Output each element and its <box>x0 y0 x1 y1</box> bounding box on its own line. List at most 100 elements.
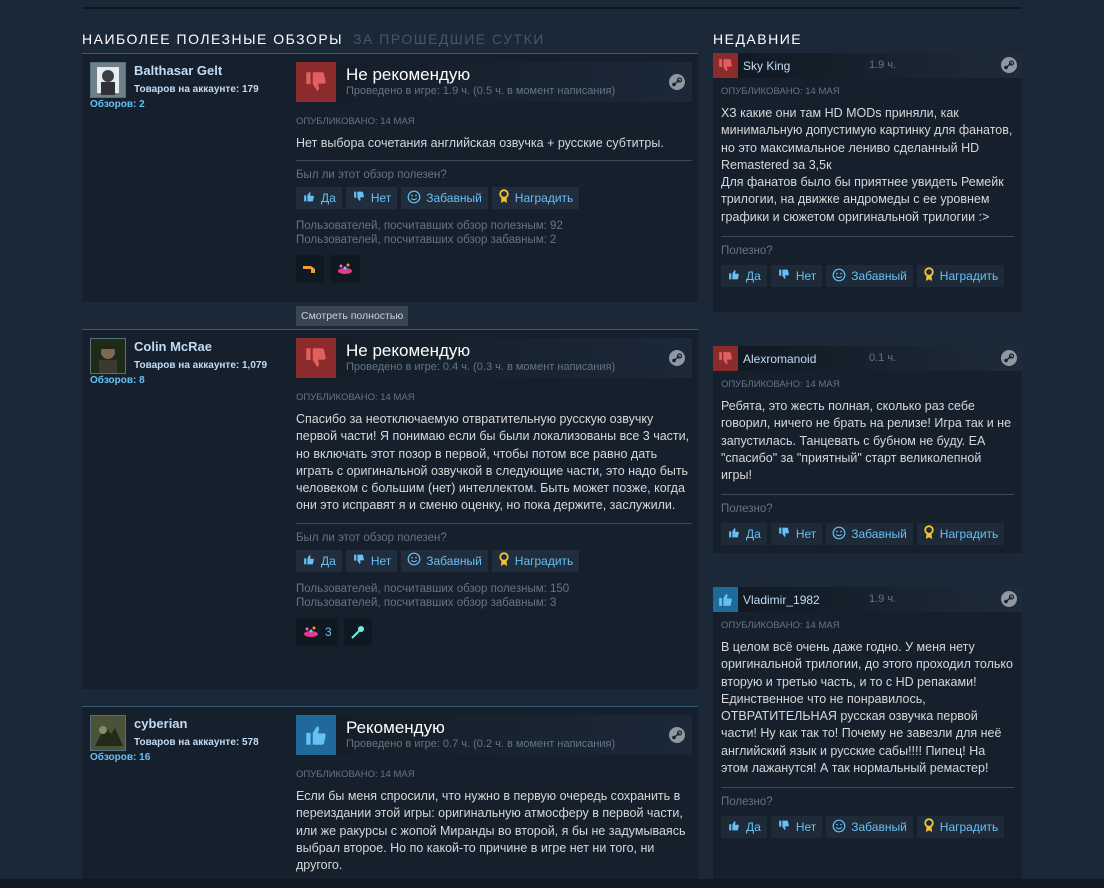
vote-no-button[interactable]: Нет <box>770 265 823 288</box>
vote-funny-label: Забавный <box>851 820 907 835</box>
recent-posted-date: Опубликовано: 14 мая <box>721 379 840 390</box>
author-name[interactable]: cyberian <box>134 716 187 731</box>
thumbs-down-icon <box>777 526 791 542</box>
award-label: Наградить <box>939 269 999 284</box>
author-products[interactable]: Товаров на аккаунте: 179 <box>134 84 259 95</box>
recent-author-name[interactable]: Sky King <box>743 59 790 73</box>
vote-yes-button[interactable]: Да <box>721 523 767 546</box>
avatar[interactable] <box>90 62 126 98</box>
vote-title: Не рекомендую <box>346 65 471 84</box>
steam-icon <box>668 349 686 372</box>
thumbs-down-icon <box>713 53 738 78</box>
thumbs-up-icon <box>302 553 316 569</box>
thumbs-up-icon <box>302 190 316 206</box>
divider <box>721 494 1014 496</box>
divider <box>296 160 692 162</box>
recent-review-header[interactable]: Vladimir_1982 1.9 ч. <box>713 587 1022 612</box>
vote-funny-button[interactable]: Забавный <box>401 187 488 210</box>
vote-no-label: Нет <box>795 269 817 284</box>
party-award-icon[interactable]: 3 <box>296 617 338 646</box>
vote-no-button[interactable]: Нет <box>345 549 398 572</box>
thumbs-down-icon <box>777 819 791 835</box>
comet-award-icon[interactable] <box>343 617 372 646</box>
vote-buttons: Да Нет Забавный Наградить <box>721 816 1014 839</box>
vote-yes-label: Да <box>746 269 761 284</box>
helpful-count: Пользователей, посчитавших обзор полезны… <box>296 582 570 595</box>
vote-no-button[interactable]: Нет <box>770 523 823 546</box>
award-icon <box>498 189 510 207</box>
vote-header[interactable]: Рекомендую Проведено в игре: 0.7 ч. (0.2… <box>296 715 692 755</box>
steam-icon <box>1000 349 1018 372</box>
vote-funny-label: Забавный <box>426 191 482 206</box>
award-button[interactable]: Наградить <box>916 816 1005 839</box>
award-label: Наградить <box>939 527 999 542</box>
thumbs-down-icon <box>296 338 336 378</box>
avatar[interactable] <box>90 715 126 751</box>
vote-funny-button[interactable]: Забавный <box>826 816 913 839</box>
author-reviews-count[interactable]: Обзоров: 16 <box>90 752 150 763</box>
award-button[interactable]: Наградить <box>491 187 580 210</box>
helpful-question: Полезно? <box>721 245 773 258</box>
vote-yes-button[interactable]: Да <box>296 549 342 572</box>
vote-funny-button[interactable]: Забавный <box>826 523 913 546</box>
vote-funny-button[interactable]: Забавный <box>401 549 488 572</box>
recent-review-header[interactable]: Alexromanoid 0.1 ч. <box>713 346 1022 371</box>
vote-header[interactable]: Не рекомендую Проведено в игре: 1.9 ч. (… <box>296 62 692 102</box>
steam-icon <box>668 726 686 749</box>
award-count: 3 <box>325 624 332 639</box>
divider <box>721 787 1014 789</box>
vote-yes-label: Да <box>746 527 761 542</box>
author-products[interactable]: Товаров на аккаунте: 1,079 <box>134 360 267 371</box>
party-award-icon[interactable] <box>330 255 360 284</box>
author-reviews-count[interactable]: Обзоров: 2 <box>90 99 145 110</box>
vote-header[interactable]: Не рекомендую Проведено в игре: 0.4 ч. (… <box>296 338 692 378</box>
author-name[interactable]: Balthasar Gelt <box>134 63 222 78</box>
vote-yes-button[interactable]: Да <box>296 187 342 210</box>
vote-yes-label: Да <box>321 553 336 568</box>
thumbs-down-icon <box>352 190 366 206</box>
author-name[interactable]: Colin McRae <box>134 339 212 354</box>
helpful-question: Был ли этот обзор полезен? <box>296 531 447 544</box>
funny-count: Пользователей, посчитавших обзор забавны… <box>296 596 557 609</box>
helpful-reviews-period[interactable]: за прошедшие сутки <box>353 31 545 47</box>
recent-author-name[interactable]: Vladimir_1982 <box>743 593 820 607</box>
award-icon <box>923 818 935 836</box>
playtime: Проведено в игре: 0.7 ч. (0.2 ч. в момен… <box>346 738 616 750</box>
review-stats: Пользователей, посчитавших обзор полезны… <box>296 582 692 610</box>
vote-yes-button[interactable]: Да <box>721 816 767 839</box>
helpful-question: Полезно? <box>721 796 773 809</box>
author-products[interactable]: Товаров на аккаунте: 578 <box>134 737 259 748</box>
thumbs-up-icon <box>727 268 741 284</box>
helpful-reviews-title: Наиболее полезные обзоры <box>82 31 344 47</box>
vote-no-label: Нет <box>795 820 817 835</box>
vote-no-button[interactable]: Нет <box>345 187 398 210</box>
award-label: Наградить <box>514 553 574 568</box>
tool-award-icon[interactable] <box>296 255 324 284</box>
award-button[interactable]: Наградить <box>916 265 1005 288</box>
smiley-icon <box>832 526 846 543</box>
award-label: Наградить <box>939 820 999 835</box>
vote-no-button[interactable]: Нет <box>770 816 823 839</box>
steam-icon <box>1000 56 1018 79</box>
smiley-icon <box>407 190 421 207</box>
vote-yes-label: Да <box>746 820 761 835</box>
review-body: Рекомендую Проведено в игре: 0.7 ч. (0.2… <box>296 715 692 874</box>
review-card: Colin McRae Товаров на аккаунте: 1,079 О… <box>82 329 698 689</box>
vote-title: Не рекомендую <box>346 341 471 360</box>
recent-author-name[interactable]: Alexromanoid <box>743 352 816 366</box>
vote-no-label: Нет <box>370 191 392 206</box>
review-text: Если бы меня спросили, что нужно в перву… <box>296 789 686 873</box>
read-more-button[interactable]: Смотреть полностью <box>296 306 409 326</box>
review-card: cyberian Товаров на аккаунте: 578 Обзоро… <box>82 706 698 886</box>
award-button[interactable]: Наградить <box>916 523 1005 546</box>
recent-posted-date: Опубликовано: 14 мая <box>721 620 840 631</box>
vote-yes-button[interactable]: Да <box>721 265 767 288</box>
award-button[interactable]: Наградить <box>491 549 580 572</box>
avatar[interactable] <box>90 338 126 374</box>
author-reviews-count[interactable]: Обзоров: 8 <box>90 375 145 386</box>
recent-review-header[interactable]: Sky King 1.9 ч. <box>713 53 1022 78</box>
thumbs-down-icon <box>713 346 738 371</box>
vote-funny-label: Забавный <box>426 553 482 568</box>
vote-funny-button[interactable]: Забавный <box>826 265 913 288</box>
recent-playtime: 0.1 ч. <box>869 352 897 364</box>
